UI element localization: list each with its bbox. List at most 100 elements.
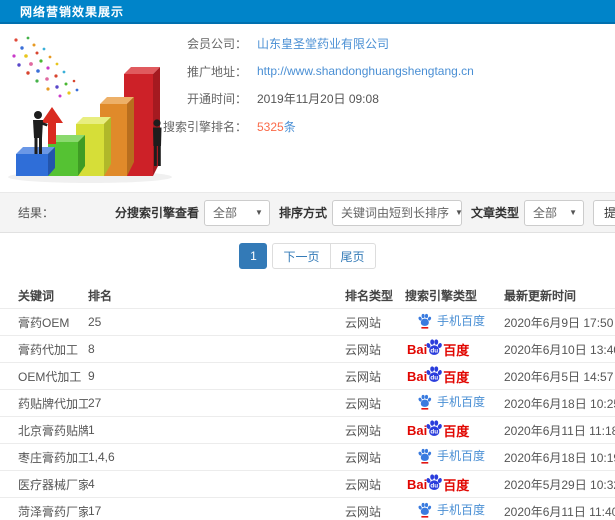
updated-cell: 2020年6月5日 14:57 [490,362,615,390]
baidu-logo-text: Bai [407,341,428,357]
rank-count-label: 搜索引擎排名： [162,119,247,134]
engine-select-value: 全部 [212,206,237,220]
rank-count-unit[interactable]: 条 [284,120,296,134]
rank-cell[interactable]: 1,4,6 [88,443,345,471]
next-page-button[interactable]: 下一页 [272,243,331,269]
mobile-baidu-badge: 手机百度 [417,501,485,518]
engine-label: 手机百度 [437,449,486,463]
article-type-label: 文章类型 [470,206,519,220]
engine-cell: 手机百度 [405,443,490,471]
page-1-button[interactable]: 1 [239,243,268,269]
info-section: 会员公司： 山东皇圣堂药业有限公司 推广地址： http://www.shand… [0,24,615,192]
company-label: 会员公司： [186,37,247,52]
col-header-rank: 排名 [88,288,113,303]
table-row: 膏药代加工 8 云网站 Bai du 百度 2020年6月10日 13:40 [0,335,615,363]
info-row-open-time: 开通时间： 2019年11月20日 09:08 [155,85,474,113]
col-header-keyword: 关键词 [18,288,55,303]
col-header-updated: 最新更新时间 [504,288,577,303]
updated-cell: 2020年6月18日 10:25 [490,389,615,417]
rank-type-cell: 云网站 [345,335,405,363]
keyword-cell: 北京膏药贴牌 [0,416,88,444]
updated-cell: 2020年6月10日 13:40 [490,335,615,363]
svg-text:du: du [431,483,439,490]
baidu-paw-icon: du [426,474,443,490]
rank-cell[interactable]: 4 [88,470,345,498]
keyword-cell: OEM代加工 [0,362,88,390]
title-bar: 网络营销效果展示 [0,0,615,24]
svg-text:du: du [431,429,439,436]
table-row: 膏药OEM 25 云网站 手机百度 2020年6月9日 17:50 [0,308,615,336]
last-page-button[interactable]: 尾页 [329,243,376,269]
mobile-baidu-badge: 手机百度 [417,447,485,464]
promotion-url-label: 推广地址： [186,64,247,79]
svg-text:du: du [431,348,439,355]
open-time-label: 开通时间： [186,92,247,107]
engine-filter-label: 分搜索引擎查看 [114,206,199,220]
table-row: 北京膏药贴牌 1 云网站 Bai du 百度 2020年6月11日 11:18 [0,416,615,444]
filter-controls: 分搜索引擎查看 全部 ▼ 排序方式 关键词由短到长排序 ▼ 文章类型 全部 ▼ … [106,199,615,226]
updated-cell: 2020年5月29日 10:32 [490,470,615,498]
engine-select[interactable]: 全部 ▼ [203,199,270,226]
updated-cell: 2020年6月11日 11:18 [490,416,615,444]
engine-cell: 手机百度 [405,389,490,417]
info-row-company: 会员公司： 山东皇圣堂药业有限公司 [155,30,474,58]
pagination: 1 下一页 尾页 [0,243,615,269]
sort-filter-label: 排序方式 [278,206,327,220]
keyword-cell: 医疗器械厂家 [0,470,88,498]
promotion-url-link[interactable]: http://www.shandonghuangshengtang.cn [257,64,474,78]
engine-cell: 手机百度 [405,497,490,520]
info-row-url: 推广地址： http://www.shandonghuangshengtang.… [155,58,474,86]
table-row: 医疗器械厂家 4 云网站 Bai du 百度 2020年5月29日 10:32 [0,470,615,498]
col-header-rank-type: 排名类型 [345,288,394,303]
rank-cell[interactable]: 9 [88,362,345,390]
rank-cell[interactable]: 8 [88,335,345,363]
baidu-logo: Bai du 百度 [407,338,469,360]
sort-select[interactable]: 关键词由短到长排序 ▼ [331,199,463,226]
confetti-dots [12,36,79,98]
sort-select-value: 关键词由短到长排序 [340,206,449,220]
updated-cell: 2020年6月9日 17:50 [490,308,615,336]
submit-button[interactable]: 提交 [593,199,615,226]
mobile-baidu-badge: 手机百度 [417,312,485,329]
keyword-cell: 膏药代加工 [0,335,88,363]
rank-type-cell: 云网站 [345,389,405,417]
rank-type-cell: 云网站 [345,362,405,390]
rank-cell[interactable]: 17 [88,497,345,520]
engine-cell: 手机百度 [405,308,490,336]
page-title: 网络营销效果展示 [20,4,125,19]
filter-bar: 结果： 分搜索引擎查看 全部 ▼ 排序方式 关键词由短到长排序 ▼ 文章类型 全… [0,192,615,233]
rank-cell[interactable]: 27 [88,389,345,417]
baidu-logo-text: Bai [407,368,428,384]
rank-type-cell: 云网站 [345,470,405,498]
table-row: 菏泽膏药厂家 17 云网站 手机百度 2020年6月11日 11:40 [0,497,615,520]
rank-cell[interactable]: 1 [88,416,345,444]
baidu-paw-icon: du [426,420,443,436]
table-row: 枣庄膏药加工 1,4,6 云网站 手机百度 2020年6月18日 10:19 [0,443,615,471]
baidu-paw-icon: du [426,366,443,382]
baidu-logo: Bai du 百度 [407,473,469,495]
keyword-cell: 药贴牌代加工 [0,389,88,417]
rank-type-cell: 云网站 [345,308,405,336]
open-time-value: 2019年11月20日 09:08 [257,92,379,107]
result-label: 结果： [18,206,55,220]
engine-label: 手机百度 [437,395,486,409]
article-type-select[interactable]: 全部 ▼ [524,199,584,226]
chevron-down-icon: ▼ [455,208,463,217]
article-type-value: 全部 [533,206,558,220]
mobile-baidu-icon [418,394,432,410]
table-row: OEM代加工 9 云网站 Bai du 百度 2020年6月5日 14:57 [0,362,615,390]
engine-cell: Bai du 百度 [405,362,490,390]
svg-text:du: du [431,375,439,382]
baidu-logo-cn: 百度 [443,477,470,493]
mobile-baidu-badge: 手机百度 [417,393,485,410]
rank-cell[interactable]: 25 [88,308,345,336]
keyword-cell: 菏泽膏药厂家 [0,497,88,520]
baidu-logo-cn: 百度 [443,369,470,385]
mobile-baidu-icon [418,448,432,464]
baidu-logo-cn: 百度 [443,423,470,439]
results-table-body: 膏药OEM 25 云网站 手机百度 2020年6月9日 17:50 膏药代加工 … [0,308,615,520]
engine-cell: Bai du 百度 [405,416,490,444]
company-link[interactable]: 山东皇圣堂药业有限公司 [257,35,389,52]
engine-label: 手机百度 [437,314,486,328]
baidu-paw-icon: du [426,339,443,355]
